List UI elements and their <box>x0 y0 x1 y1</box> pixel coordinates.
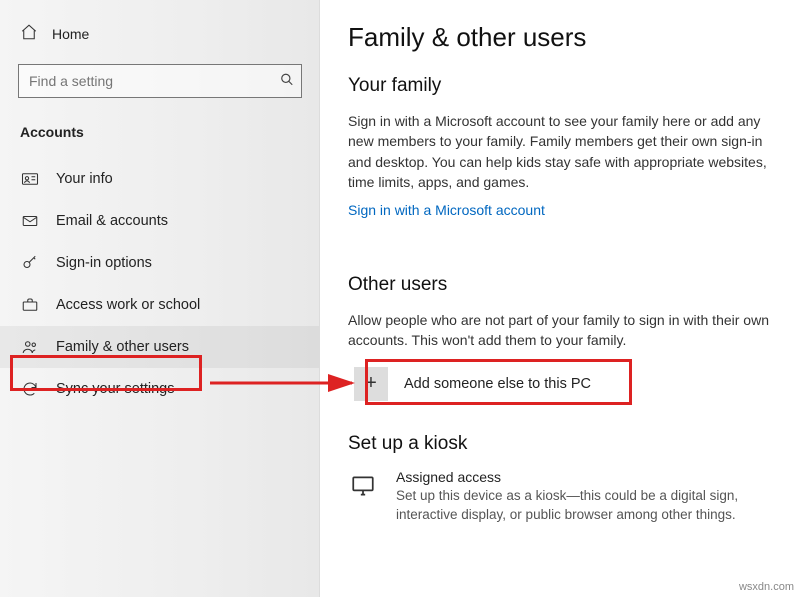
mail-icon <box>20 212 40 230</box>
home-icon <box>20 23 38 46</box>
page-title: Family & other users <box>348 22 770 53</box>
add-someone-button[interactable]: + Add someone else to this PC <box>348 361 770 407</box>
watermark: wsxdn.com <box>739 581 794 593</box>
home-button[interactable]: Home <box>0 18 320 50</box>
content-area: Family & other users Your family Sign in… <box>320 0 800 597</box>
assigned-access-desc: Set up this device as a kiosk—this could… <box>396 487 770 525</box>
home-label: Home <box>52 26 89 42</box>
your-family-section: Your family Sign in with a Microsoft acc… <box>348 75 770 248</box>
kiosk-section: Set up a kiosk Assigned access Set up th… <box>348 433 770 525</box>
kiosk-text: Assigned access Set up this device as a … <box>396 469 770 525</box>
monitor-icon <box>348 469 378 525</box>
other-users-body: Allow people who are not part of your fa… <box>348 310 770 351</box>
sidebar-item-label: Email & accounts <box>56 213 168 229</box>
sidebar-item-access-work-school[interactable]: Access work or school <box>0 284 320 326</box>
search-input[interactable] <box>18 64 302 98</box>
plus-icon: + <box>354 367 388 401</box>
sidebar-item-sync-settings[interactable]: Sync your settings <box>0 368 320 410</box>
sync-icon <box>20 380 40 398</box>
sign-in-microsoft-link[interactable]: Sign in with a Microsoft account <box>348 202 545 218</box>
key-icon <box>20 254 40 272</box>
sidebar-item-family-other-users[interactable]: Family & other users <box>0 326 320 368</box>
sidebar-item-label: Family & other users <box>56 339 189 355</box>
sidebar-item-label: Access work or school <box>56 297 200 313</box>
sidebar-item-label: Your info <box>56 171 113 187</box>
your-family-heading: Your family <box>348 75 770 97</box>
person-card-icon <box>20 170 40 188</box>
assigned-access-title: Assigned access <box>396 469 770 485</box>
sidebar-item-your-info[interactable]: Your info <box>0 158 320 200</box>
your-family-body: Sign in with a Microsoft account to see … <box>348 111 770 192</box>
people-icon <box>20 338 40 356</box>
kiosk-heading: Set up a kiosk <box>348 433 770 455</box>
other-users-section: Other users Allow people who are not par… <box>348 274 770 407</box>
sidebar-item-label: Sync your settings <box>56 381 174 397</box>
assigned-access-button[interactable]: Assigned access Set up this device as a … <box>348 469 770 525</box>
sidebar-section-title: Accounts <box>0 102 320 148</box>
other-users-heading: Other users <box>348 274 770 296</box>
sidebar-item-label: Sign-in options <box>56 255 152 271</box>
add-someone-label: Add someone else to this PC <box>404 376 591 392</box>
sidebar-nav: Your info Email & accounts Sign-in optio… <box>0 148 320 410</box>
briefcase-icon <box>20 296 40 314</box>
sidebar-item-email-accounts[interactable]: Email & accounts <box>0 200 320 242</box>
settings-sidebar: Home Accounts Your info Email & accounts… <box>0 0 320 597</box>
search-container <box>18 64 302 98</box>
sidebar-item-signin-options[interactable]: Sign-in options <box>0 242 320 284</box>
search-icon <box>280 73 294 90</box>
